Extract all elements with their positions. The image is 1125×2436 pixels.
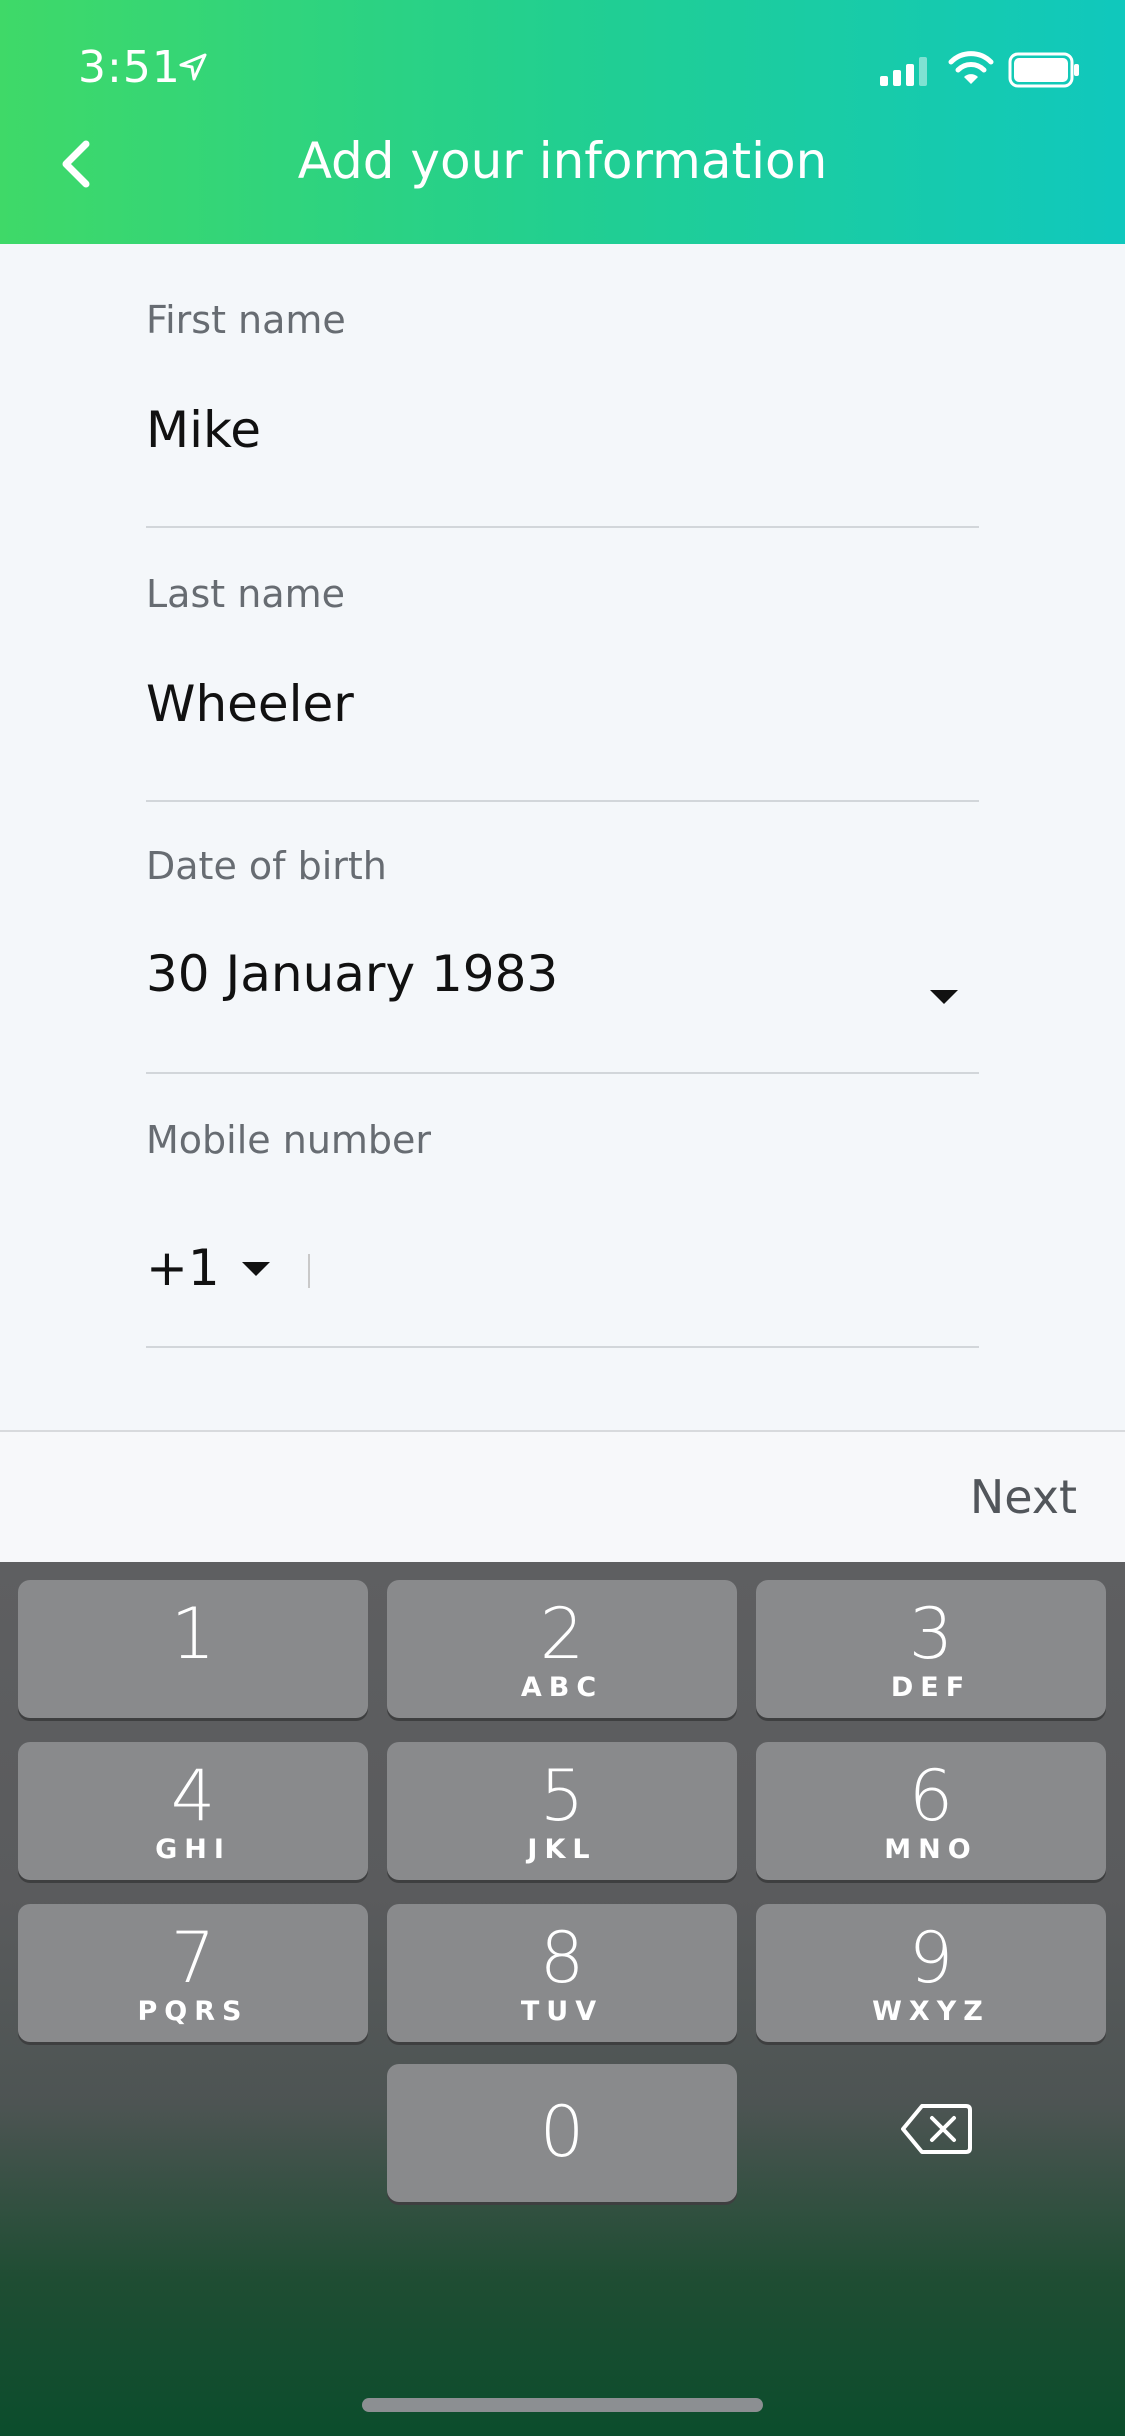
date-of-birth-select[interactable]: 30 January 1983 [146,944,558,1004]
key-7[interactable]: 7 PQRS [18,1904,368,2042]
key-digit: 5 [539,1755,585,1837]
last-name-field[interactable]: Last name Wheeler [146,570,979,802]
delete-backspace-icon[interactable] [900,2102,972,2156]
keyboard-accessory-bar: Next [0,1430,1125,1564]
key-digit: 9 [908,1917,954,1999]
key-8[interactable]: 8 TUV [387,1904,737,2042]
date-of-birth-label: Date of birth [146,844,387,888]
key-letters: TUV [520,1996,604,2027]
country-code-select[interactable]: +1 [146,1238,220,1298]
wifi-icon [948,51,994,84]
key-0[interactable]: 0 [387,2064,737,2202]
date-of-birth-field[interactable]: Date of birth 30 January 1983 [146,842,979,1074]
key-letters: JKL [527,1834,597,1865]
key-letters: PQRS [137,1996,249,2027]
first-name-input[interactable]: Mike [146,400,261,460]
key-letters: ABC [520,1672,604,1703]
key-digit: 0 [539,2091,585,2173]
key-6[interactable]: 6 MNO [756,1742,1106,1880]
date-dropdown-arrow-icon[interactable] [930,990,958,1004]
key-digit: 6 [908,1755,954,1837]
key-letters: WXYZ [872,1996,990,2027]
key-4[interactable]: 4 GHI [18,1742,368,1880]
key-3[interactable]: 3 DEF [756,1580,1106,1718]
key-digit: 3 [908,1593,954,1675]
last-name-label: Last name [146,572,345,616]
key-1[interactable]: 1 [18,1580,368,1718]
text-cursor [308,1254,310,1288]
key-9[interactable]: 9 WXYZ [756,1904,1106,2042]
key-letters: DEF [890,1672,972,1703]
cellular-signal-icon [880,57,927,86]
key-digit: 8 [539,1917,585,1999]
battery-icon [1008,52,1079,88]
key-digit: 7 [170,1917,216,1999]
home-indicator[interactable] [362,2398,763,2412]
key-5[interactable]: 5 JKL [387,1742,737,1880]
mobile-number-field[interactable]: Mobile number +1 [146,1116,979,1348]
next-button[interactable]: Next [970,1470,1077,1524]
first-name-label: First name [146,298,346,342]
key-digit: 2 [539,1593,585,1675]
key-2[interactable]: 2 ABC [387,1580,737,1718]
key-letters: MNO [884,1834,978,1865]
last-name-input[interactable]: Wheeler [146,674,354,734]
app-header: 3:51 Add your information [0,0,1125,244]
key-letters: GHI [155,1834,231,1865]
mobile-number-input[interactable] [316,1238,816,1298]
status-time: 3:51 [78,42,181,93]
first-name-field[interactable]: First name Mike [146,296,979,528]
location-arrow-icon [179,53,207,81]
mobile-number-label: Mobile number [146,1118,432,1162]
key-digit: 4 [170,1755,216,1837]
key-digit: 1 [170,1593,216,1675]
page-title: Add your information [297,132,828,190]
country-code-dropdown-arrow-icon[interactable] [242,1262,270,1276]
